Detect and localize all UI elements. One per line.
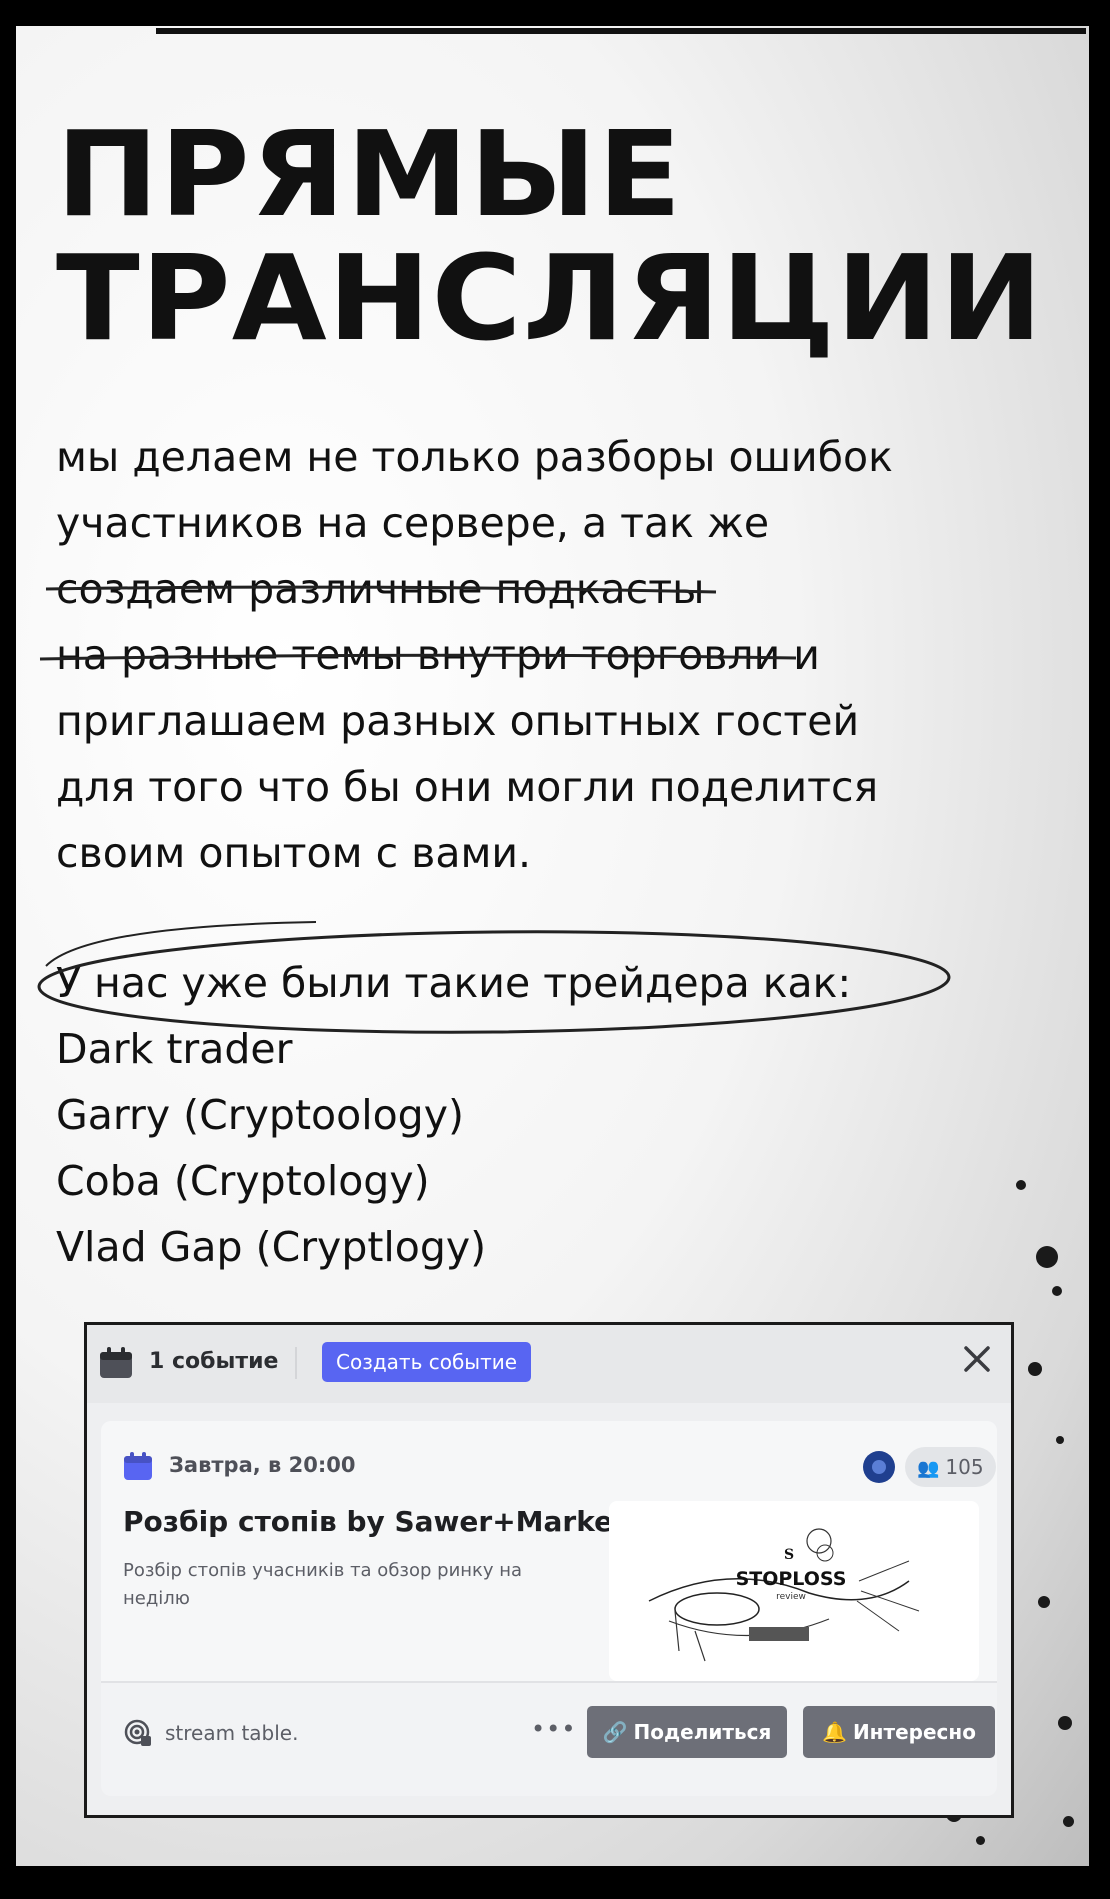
intro-line: приглашаем разных опытных гостей <box>56 697 860 745</box>
top-border-line <box>156 28 1086 34</box>
link-icon: 🔗 <box>602 1720 628 1744</box>
ink-splatter <box>1063 1816 1074 1827</box>
create-event-button[interactable]: Создать событие <box>322 1342 532 1382</box>
calendar-icon <box>124 1452 152 1480</box>
intro-line: для того что бы они могли поделится <box>56 763 879 811</box>
logo-brand: STOPLOSS <box>736 1568 847 1590</box>
traders-list: У нас уже были такие трейдера как: Dark … <box>56 950 851 1280</box>
ink-splatter <box>1016 1180 1026 1190</box>
events-header: 1 событие Создать событие <box>87 1325 1011 1403</box>
intro-line: участников на сервере, а так же <box>56 499 770 547</box>
title-line-1: ПРЯМЫЕ <box>56 105 683 243</box>
traders-heading: У нас уже были такие трейдера как: <box>56 959 852 1007</box>
trader-name: Garry (Cryptoology) <box>56 1091 464 1139</box>
header-divider <box>295 1347 297 1379</box>
event-card[interactable]: Завтра, в 20:00 👥 105 Розбір стопів by Sa… <box>101 1421 997 1796</box>
interested-button-label: Интересно <box>852 1720 976 1744</box>
event-description: Розбір стопів учасників та обзор ринку н… <box>123 1560 523 1609</box>
ink-splatter <box>976 1836 985 1845</box>
stoploss-logo: S STOPLOSS review <box>648 1528 920 1662</box>
interested-button[interactable]: 🔔 Интересно <box>803 1706 995 1758</box>
ink-splatter <box>1028 1362 1042 1376</box>
ink-splatter <box>1036 1246 1058 1268</box>
ink-splatter <box>1058 1716 1072 1730</box>
ink-splatter <box>1056 1436 1064 1444</box>
bell-icon: 🔔 <box>822 1720 847 1744</box>
event-date: Завтра, в 20:00 <box>169 1453 356 1477</box>
event-cover-image: S STOPLOSS review <box>609 1501 979 1681</box>
intro-line: своим опытом с вами. <box>56 829 532 877</box>
events-window: 1 событие Создать событие Завтра, в 20:0… <box>84 1322 1014 1818</box>
intro-line: мы делаем не только разборы ошибок <box>56 433 893 481</box>
users-icon: 👥 <box>917 1458 940 1479</box>
share-button-label: Поделиться <box>633 1720 772 1744</box>
event-count: 1 событие <box>149 1349 279 1374</box>
share-button[interactable]: 🔗 Поделиться <box>587 1706 787 1758</box>
page-title: ПРЯМЫЕ ТРАНСЛЯЦИИ <box>56 112 1043 360</box>
trader-name: Vlad Gap (Cryptlogy) <box>56 1223 487 1271</box>
page-sheet: ПРЯМЫЕ ТРАНСЛЯЦИИ мы делаем не только ра… <box>16 26 1089 1866</box>
logo-sub: review <box>776 1592 806 1602</box>
trader-name: Coba (Cryptology) <box>56 1157 430 1205</box>
ink-splatter <box>1038 1596 1050 1608</box>
attendee-count-badge: 👥 105 <box>905 1447 996 1487</box>
title-line-2: ТРАНСЛЯЦИИ <box>56 229 1044 367</box>
ink-splatter <box>1052 1286 1062 1296</box>
trader-name: Dark trader <box>56 1025 293 1073</box>
calendar-icon <box>100 1347 132 1378</box>
intro-line: на разные темы внутри торговли и <box>56 631 820 679</box>
attendee-count: 105 <box>945 1455 984 1479</box>
intro-line: создаем различные подкасты <box>56 565 705 613</box>
event-card-divider <box>101 1681 997 1683</box>
stage-channel-icon <box>124 1719 151 1746</box>
server-avatar <box>863 1451 895 1483</box>
more-options-button[interactable]: ••• <box>531 1709 575 1749</box>
close-icon[interactable] <box>957 1339 997 1379</box>
intro-paragraph: мы делаем не только разборы ошибок участ… <box>56 424 1066 886</box>
event-channel[interactable]: stream table. <box>165 1721 298 1745</box>
logo-mark: S <box>784 1547 794 1563</box>
event-name[interactable]: Розбір стопів by Sawer+Market... <box>123 1505 658 1538</box>
